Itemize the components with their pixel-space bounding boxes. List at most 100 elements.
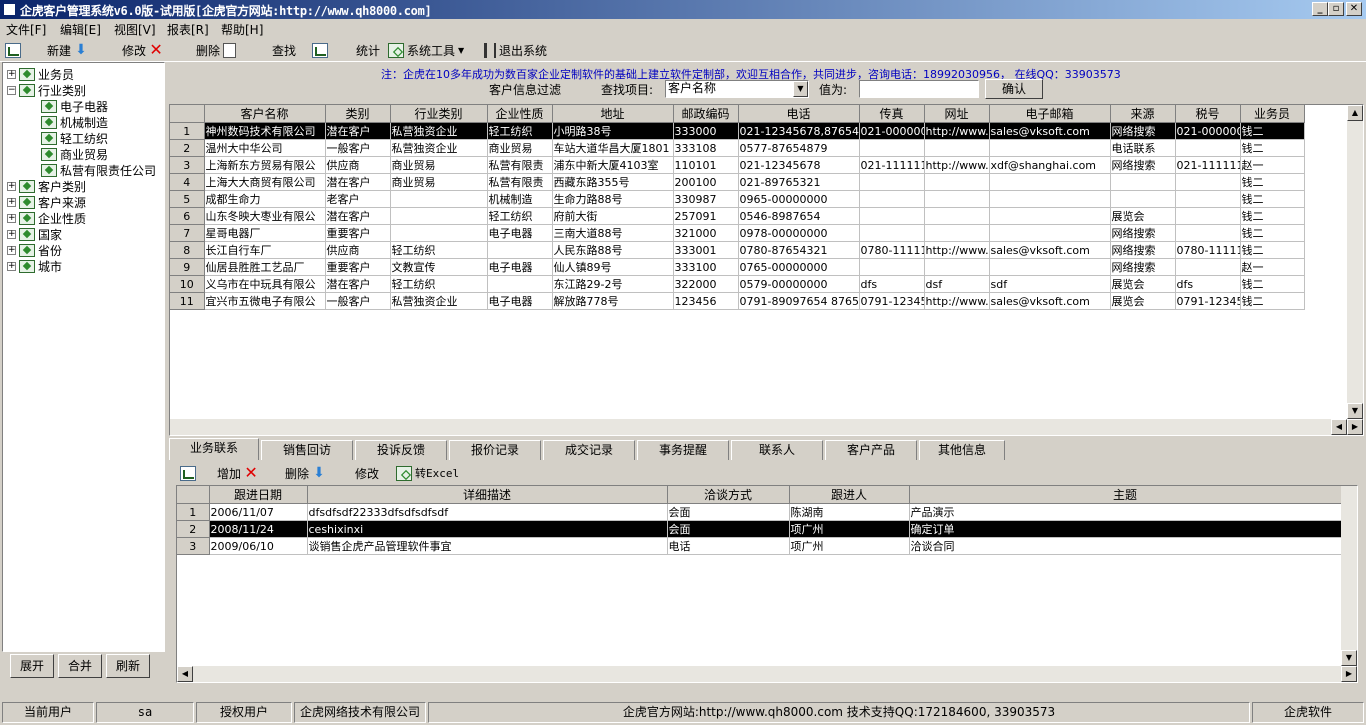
edit-contact-button[interactable]: 修改 bbox=[355, 464, 379, 482]
table-cell[interactable] bbox=[924, 258, 990, 276]
table-cell[interactable]: 333100 bbox=[673, 258, 739, 276]
refresh-button[interactable]: 刷新 bbox=[106, 654, 150, 678]
contact-chart-icon-button[interactable] bbox=[180, 464, 196, 482]
table-row[interactable]: 3 2009/06/10 谈销售企虎产品管理软件事宜 电话 项广州 洽谈合同 bbox=[177, 537, 1342, 555]
export-excel-button[interactable]: 转Excel bbox=[396, 464, 459, 482]
confirm-button[interactable]: 确认 bbox=[985, 79, 1043, 99]
scroll-up-icon[interactable]: ▲ bbox=[1347, 105, 1363, 121]
table-cell[interactable]: 上海大大商贸有限公司 bbox=[204, 173, 326, 191]
expand-icon[interactable]: + bbox=[7, 261, 16, 271]
table-cell[interactable]: sdf bbox=[989, 275, 1111, 293]
table-cell[interactable]: 私营独资企业 bbox=[390, 292, 488, 310]
stats-icon-button[interactable] bbox=[312, 41, 328, 59]
table-cell[interactable] bbox=[924, 224, 990, 242]
scroll-down-icon[interactable]: ▼ bbox=[1341, 650, 1357, 666]
table-cell[interactable]: 021-89765321 bbox=[738, 173, 860, 191]
table-cell[interactable]: http://www.v bbox=[924, 292, 990, 310]
table-cell[interactable]: 330987 bbox=[673, 190, 739, 208]
table-cell[interactable]: 成都生命力 bbox=[204, 190, 326, 208]
stats-button[interactable]: 统计 bbox=[356, 41, 380, 59]
table-cell[interactable]: 257091 bbox=[673, 207, 739, 225]
table-cell[interactable]: 老客户 bbox=[325, 190, 391, 208]
expand-icon[interactable]: + bbox=[7, 213, 16, 223]
table-cell[interactable] bbox=[924, 190, 990, 208]
table-cell[interactable]: 021-0000000 bbox=[859, 122, 925, 140]
table-cell[interactable]: dfs bbox=[859, 275, 925, 293]
table-cell[interactable]: 网络搜索 bbox=[1110, 156, 1176, 174]
table-row[interactable]: 3 上海新东方贸易有限公 供应商 商业贸易 私营有限责 浦东中新大厦4103室 110101… bbox=[170, 156, 1305, 174]
column-header[interactable]: 地址 bbox=[552, 105, 674, 123]
tab-deals[interactable]: 成交记录 bbox=[543, 440, 635, 460]
table-cell[interactable]: 钱二 bbox=[1240, 207, 1305, 225]
table-cell[interactable]: 333000 bbox=[673, 122, 739, 140]
table-cell[interactable] bbox=[1175, 173, 1241, 191]
scroll-right-icon[interactable]: ▶ bbox=[1341, 666, 1357, 682]
table-row[interactable]: 6 山东冬映大枣业有限公 潜在客户 轻工纺织 府前大街 257091 0546-898765… bbox=[170, 207, 1305, 225]
table-cell[interactable] bbox=[859, 207, 925, 225]
menu-view[interactable]: 视图[V] bbox=[114, 21, 156, 38]
table-cell[interactable] bbox=[989, 173, 1111, 191]
vertical-scrollbar[interactable]: ▼ bbox=[1341, 486, 1357, 666]
table-cell[interactable]: 钱二 bbox=[1240, 139, 1305, 157]
table-cell[interactable]: 商业贸易 bbox=[390, 156, 488, 174]
new-button[interactable]: 新建 ⬇ bbox=[47, 41, 88, 59]
delete-contact-button[interactable]: 删除 ⬇ bbox=[285, 464, 326, 482]
table-cell[interactable]: 钱二 bbox=[1240, 292, 1305, 310]
table-cell[interactable]: 项广州 bbox=[789, 537, 910, 555]
table-cell[interactable]: 潜在客户 bbox=[325, 207, 391, 225]
table-cell[interactable]: 小明路38号 bbox=[552, 122, 674, 140]
tab-customer-products[interactable]: 客户产品 bbox=[825, 440, 917, 460]
table-cell[interactable]: 钱二 bbox=[1240, 224, 1305, 242]
tree-node-customer-source[interactable]: + 客户来源 bbox=[7, 194, 86, 210]
column-header[interactable]: 电话 bbox=[738, 105, 860, 123]
tab-sales-followup[interactable]: 销售回访 bbox=[261, 440, 353, 460]
table-cell[interactable]: 0546-8987654 bbox=[738, 207, 860, 225]
table-row[interactable]: 1 神州数码技术有限公司 潜在客户 私营独资企业 轻工纺织 小明路38号 333000 021… bbox=[170, 122, 1305, 140]
tree-leaf-textile[interactable]: 轻工纺织 bbox=[41, 130, 108, 146]
table-cell[interactable]: 0579-00000000 bbox=[738, 275, 860, 293]
table-row[interactable]: 11 宜兴市五微电子有限公 一般客户 私营独资企业 电子电器 解放路778号 123456 0… bbox=[170, 292, 1305, 310]
tree-node-city[interactable]: + 城市 bbox=[7, 258, 62, 274]
table-cell[interactable]: 星哥电器厂 bbox=[204, 224, 326, 242]
table-cell[interactable]: http://www.v bbox=[924, 241, 990, 259]
table-cell[interactable]: 会面 bbox=[667, 520, 790, 538]
table-cell[interactable]: 展览会 bbox=[1110, 292, 1176, 310]
table-cell[interactable]: 温州大中华公司 bbox=[204, 139, 326, 157]
menu-edit[interactable]: 编辑[E] bbox=[60, 21, 101, 38]
table-row[interactable]: 5 成都生命力 老客户 机械制造 生命力路88号 330987 0965-00000000 钱… bbox=[170, 190, 1305, 208]
table-cell[interactable]: 2009/06/10 bbox=[209, 537, 308, 555]
table-cell[interactable]: 潜在客户 bbox=[325, 122, 391, 140]
customer-grid[interactable]: 客户名称 类别 行业类别 企业性质 地址 邮政编码 电话 传真 网址 电子邮箱 来源 税号 业务员 1神… bbox=[169, 104, 1364, 436]
table-cell[interactable]: 电子电器 bbox=[487, 224, 553, 242]
table-cell[interactable]: 潜在客户 bbox=[325, 275, 391, 293]
tree-leaf-machinery[interactable]: 机械制造 bbox=[41, 114, 108, 130]
table-cell[interactable]: 网络搜索 bbox=[1110, 224, 1176, 242]
table-cell[interactable] bbox=[1110, 173, 1176, 191]
table-row[interactable]: 4 上海大大商贸有限公司 潜在客户 商业贸易 私营有限责 西藏东路355号 200100 02… bbox=[170, 173, 1305, 191]
column-header[interactable]: 业务员 bbox=[1240, 105, 1305, 123]
column-header[interactable]: 电子邮箱 bbox=[989, 105, 1111, 123]
table-cell[interactable]: dfs bbox=[1175, 275, 1241, 293]
tree-node-enterprise-nature[interactable]: + 企业性质 bbox=[7, 210, 86, 226]
table-cell[interactable]: http://www.n bbox=[924, 156, 990, 174]
expand-all-button[interactable]: 展开 bbox=[10, 654, 54, 678]
table-cell[interactable]: 重要客户 bbox=[325, 258, 391, 276]
table-cell[interactable]: 110101 bbox=[673, 156, 739, 174]
table-cell[interactable]: 商业贸易 bbox=[487, 139, 553, 157]
table-cell[interactable]: 确定订单 bbox=[909, 520, 1342, 538]
table-cell[interactable]: 电话联系 bbox=[1110, 139, 1176, 157]
table-cell[interactable]: 宜兴市五微电子有限公 bbox=[204, 292, 326, 310]
table-cell[interactable]: dsf bbox=[924, 275, 990, 293]
table-cell[interactable]: 0780-87654321 bbox=[738, 241, 860, 259]
table-cell[interactable]: http://www.v bbox=[924, 122, 990, 140]
tab-business-contact[interactable]: 业务联系 bbox=[169, 438, 259, 460]
table-cell[interactable] bbox=[1175, 190, 1241, 208]
menu-report[interactable]: 报表[R] bbox=[167, 21, 209, 38]
table-cell[interactable]: 0780-111111 bbox=[1175, 241, 1241, 259]
table-cell[interactable]: 0791-123456 bbox=[1175, 292, 1241, 310]
expand-icon[interactable]: + bbox=[7, 245, 16, 255]
table-cell[interactable]: 洽谈合同 bbox=[909, 537, 1342, 555]
table-row[interactable]: 1 2006/11/07 dfsdfsdf22333dfsdfsdfsdf 会面 陈湖南… bbox=[177, 503, 1342, 521]
table-cell[interactable] bbox=[859, 173, 925, 191]
filter-field-select[interactable]: 客户名称 ▼ bbox=[665, 80, 809, 98]
